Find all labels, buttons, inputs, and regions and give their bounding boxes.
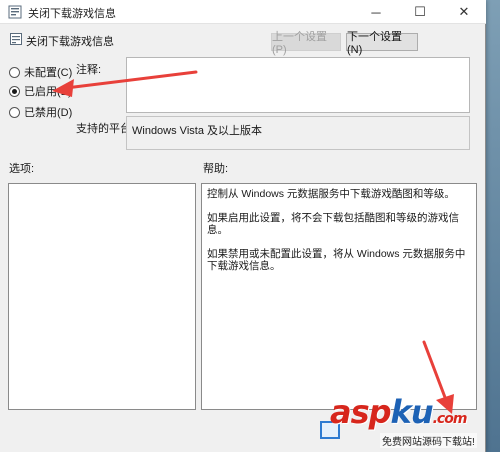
radio-disabled-label: 已禁用(D): [24, 107, 73, 119]
radio-enabled-label: 已启用(E): [24, 86, 72, 98]
supported-platform-value: Windows Vista 及以上版本: [126, 116, 470, 150]
radio-not-configured-indicator[interactable]: [9, 66, 20, 78]
radio-enabled-indicator[interactable]: [9, 85, 20, 97]
previous-setting-button[interactable]: 上一个设置(P): [271, 31, 341, 56]
help-paragraph: 如果启用此设置，将不会下载包括酷图和等级的游戏信息。: [207, 212, 459, 236]
watermark-caption: 免费网站源码下载站!: [380, 433, 477, 448]
policy-name: 关闭下载游戏信息: [26, 36, 114, 48]
window-title: 关闭下载游戏信息: [28, 8, 116, 20]
help-paragraph: 控制从 Windows 元数据服务中下载游戏酷图和等级。: [207, 188, 455, 200]
comment-field[interactable]: [126, 57, 470, 113]
radio-not-configured-label: 未配置(C): [24, 67, 73, 79]
radio-disabled[interactable]: 已禁用(D): [9, 104, 72, 120]
comment-label: 注释:: [76, 64, 102, 76]
policy-dialog: 关闭下载游戏信息 ─ ☐ ✕ 关闭下载游戏信息 上一个设置(P) 下一个设置(N…: [0, 0, 486, 452]
policy-icon: [8, 5, 22, 19]
policy-setting-icon: [10, 33, 22, 45]
help-label: 帮助:: [203, 163, 229, 175]
watermark-logo: aspku.com: [330, 393, 468, 431]
radio-enabled[interactable]: 已启用(E): [9, 83, 72, 99]
radio-not-configured[interactable]: 未配置(C): [9, 64, 72, 80]
maximize-button[interactable]: ☐: [398, 0, 442, 24]
site-watermark: aspku.com 免费网站源码下载站!: [320, 393, 500, 452]
watermark-brand-c: .com: [432, 411, 468, 427]
watermark-brand-a: asp: [330, 393, 392, 431]
title-bar: 关闭下载游戏信息 ─ ☐ ✕: [0, 0, 486, 24]
close-button[interactable]: ✕: [442, 0, 486, 24]
options-label: 选项:: [9, 163, 35, 175]
help-paragraph: 如果禁用或未配置此设置，将从 Windows 元数据服务中下载游戏信息。: [207, 248, 466, 272]
next-setting-button[interactable]: 下一个设置(N): [346, 31, 418, 56]
help-pane[interactable]: 控制从 Windows 元数据服务中下载游戏酷图和等级。 如果启用此设置，将不会…: [201, 183, 477, 410]
options-pane[interactable]: [8, 183, 196, 410]
minimize-button[interactable]: ─: [354, 0, 398, 24]
watermark-brand-b: ku: [390, 393, 434, 431]
radio-disabled-indicator[interactable]: [9, 106, 20, 118]
